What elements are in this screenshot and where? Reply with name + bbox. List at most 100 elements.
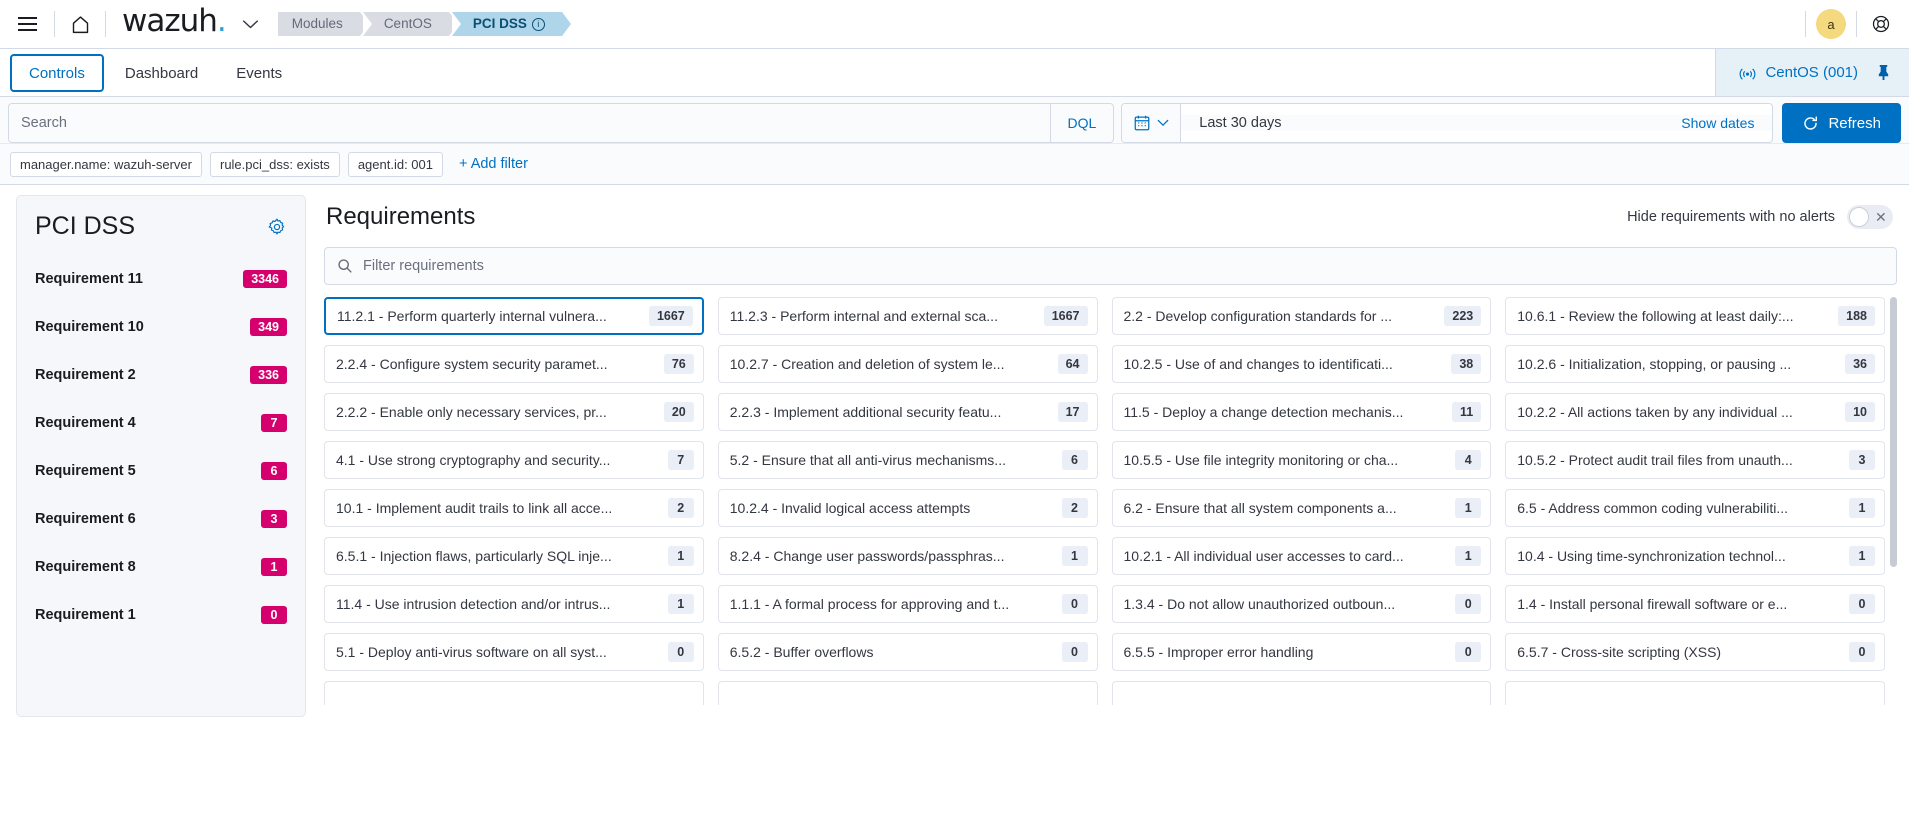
refresh-button[interactable]: Refresh xyxy=(1782,103,1901,143)
requirement-count-badge: 1 xyxy=(261,558,287,576)
add-filter-button[interactable]: + Add filter xyxy=(459,156,528,172)
filter-pill-rule-pci-dss[interactable]: rule.pci_dss: exists xyxy=(209,151,340,177)
requirement-card[interactable]: 1.1.1 - A formal process for approving a… xyxy=(717,585,1098,623)
info-icon[interactable]: i xyxy=(531,18,545,31)
add-filter-label: + Add filter xyxy=(459,156,528,172)
sidebar-item-requirement-2[interactable]: Requirement 2 336 xyxy=(35,351,287,399)
requirement-card[interactable]: 6.5 - Address common coding vulnerabilit… xyxy=(1505,489,1885,527)
requirement-card[interactable]: 6.5.1 - Injection flaws, particularly SQ… xyxy=(324,537,704,575)
home-icon[interactable] xyxy=(65,9,95,39)
requirement-card-count: 76 xyxy=(663,354,694,374)
requirement-card[interactable]: 10.1 - Implement audit trails to link al… xyxy=(324,489,704,527)
requirement-card[interactable]: 10.5.5 - Use file integrity monitoring o… xyxy=(1111,441,1492,479)
wazuh-logo[interactable]: wazuh. xyxy=(116,6,230,42)
calendar-quick-select-button[interactable] xyxy=(1122,104,1182,142)
requirement-card-text: 10.2.1 - All individual user accesses to… xyxy=(1123,548,1404,564)
requirement-card-text: 10.2.4 - Invalid logical access attempts xyxy=(729,500,971,516)
requirement-card[interactable] xyxy=(1111,681,1492,705)
requirement-card-count: 38 xyxy=(1451,354,1482,374)
requirement-card[interactable] xyxy=(717,681,1098,705)
requirement-count-badge: 3 xyxy=(261,510,287,528)
requirement-count-badge: 6 xyxy=(261,462,287,480)
requirement-card[interactable]: 6.5.2 - Buffer overflows 0 xyxy=(717,633,1098,671)
requirement-card-text: 10.2.5 - Use of and changes to identific… xyxy=(1123,356,1393,372)
requirement-card[interactable]: 1.4 - Install personal firewall software… xyxy=(1505,585,1885,623)
brand-text: wazuh xyxy=(122,3,218,39)
requirement-card[interactable]: 10.2.4 - Invalid logical access attempts… xyxy=(717,489,1098,527)
requirement-card[interactable]: 6.2 - Ensure that all system components … xyxy=(1111,489,1492,527)
requirement-card[interactable]: 10.2.1 - All individual user accesses to… xyxy=(1111,537,1492,575)
sidebar-item-requirement-4[interactable]: Requirement 4 7 xyxy=(35,399,287,447)
chevron-down-icon[interactable] xyxy=(242,19,264,30)
requirement-card[interactable]: 10.2.5 - Use of and changes to identific… xyxy=(1111,345,1492,383)
tab-dashboard[interactable]: Dashboard xyxy=(108,54,215,92)
tab-controls[interactable]: Controls xyxy=(10,54,104,92)
requirement-card[interactable]: 2.2.3 - Implement additional security fe… xyxy=(717,393,1098,431)
sidebar-item-requirement-11[interactable]: Requirement 11 3346 xyxy=(35,255,287,303)
sidebar-item-requirement-1[interactable]: Requirement 1 0 xyxy=(35,591,287,639)
hamburger-menu-icon[interactable] xyxy=(10,7,44,41)
requirement-card-text: 11.4 - Use intrusion detection and/or in… xyxy=(336,596,611,612)
requirement-card[interactable] xyxy=(1505,681,1885,705)
tab-events[interactable]: Events xyxy=(219,54,299,92)
signal-icon xyxy=(1738,65,1757,80)
divider xyxy=(105,11,106,37)
requirement-card-text: 2.2.4 - Configure system security parame… xyxy=(336,356,608,372)
requirement-card[interactable]: 11.5 - Deploy a change detection mechani… xyxy=(1111,393,1492,431)
requirement-card[interactable]: 10.2.6 - Initialization, stopping, or pa… xyxy=(1505,345,1885,383)
requirement-card[interactable]: 11.2.3 - Perform internal and external s… xyxy=(717,297,1098,335)
requirement-card[interactable]: 10.5.2 - Protect audit trail files from … xyxy=(1505,441,1885,479)
requirement-card[interactable]: 11.2.1 - Perform quarterly internal vuln… xyxy=(324,297,704,335)
date-range-display[interactable]: Last 30 days xyxy=(1181,115,1664,131)
requirement-card-count: 1 xyxy=(1061,546,1088,566)
requirement-card[interactable]: 5.1 - Deploy anti-virus software on all … xyxy=(324,633,704,671)
breadcrumb-item-centos[interactable]: CentOS xyxy=(362,12,458,36)
requirement-card[interactable]: 2.2.4 - Configure system security parame… xyxy=(324,345,704,383)
show-dates-button[interactable]: Show dates xyxy=(1663,115,1773,131)
requirement-card[interactable]: 8.2.4 - Change user passwords/passphras.… xyxy=(717,537,1098,575)
hide-requirements-toggle[interactable]: ✕ xyxy=(1847,205,1893,229)
filter-pill-agent-id[interactable]: agent.id: 001 xyxy=(347,151,443,177)
requirement-card[interactable]: 1.3.4 - Do not allow unauthorized outbou… xyxy=(1111,585,1492,623)
sidebar-item-requirement-10[interactable]: Requirement 10 349 xyxy=(35,303,287,351)
requirement-card[interactable]: 10.4 - Using time-synchronization techno… xyxy=(1505,537,1885,575)
sidebar-item-requirement-5[interactable]: Requirement 5 6 xyxy=(35,447,287,495)
gear-icon[interactable] xyxy=(267,217,287,237)
avatar[interactable]: a xyxy=(1816,9,1846,39)
requirement-card-text: 10.2.2 - All actions taken by any indivi… xyxy=(1517,404,1793,420)
tab-bar-right: CentOS (001) xyxy=(1715,49,1909,96)
filter-requirements-input[interactable]: Filter requirements xyxy=(324,247,1897,285)
lifebuoy-icon[interactable] xyxy=(1867,10,1895,38)
vertical-scrollbar[interactable] xyxy=(1889,297,1897,705)
divider xyxy=(1856,11,1857,37)
filter-pill-manager-name[interactable]: manager.name: wazuh-server xyxy=(10,151,202,177)
agent-selector[interactable]: CentOS (001) xyxy=(1715,49,1909,96)
requirement-card[interactable]: 5.2 - Ensure that all anti-virus mechani… xyxy=(717,441,1098,479)
requirement-card-text: 4.1 - Use strong cryptography and securi… xyxy=(336,452,611,468)
requirement-card[interactable]: 4.1 - Use strong cryptography and securi… xyxy=(324,441,704,479)
requirement-label: Requirement 8 xyxy=(35,559,136,575)
requirement-card-count: 188 xyxy=(1838,306,1875,326)
requirement-card[interactable]: 11.4 - Use intrusion detection and/or in… xyxy=(324,585,704,623)
scrollbar-thumb[interactable] xyxy=(1890,297,1897,567)
pin-icon[interactable] xyxy=(1876,64,1891,81)
requirement-card[interactable]: 10.2.7 - Creation and deletion of system… xyxy=(717,345,1098,383)
requirement-card[interactable]: 6.5.5 - Improper error handling 0 xyxy=(1111,633,1492,671)
filter-bar: manager.name: wazuh-server rule.pci_dss:… xyxy=(0,144,1909,185)
requirement-card[interactable]: 10.6.1 - Review the following at least d… xyxy=(1505,297,1885,335)
breadcrumb-item-modules[interactable]: Modules xyxy=(277,12,369,36)
breadcrumb-item-pci-dss[interactable]: PCI DSS i xyxy=(451,12,571,36)
requirement-card[interactable]: 6.5.7 - Cross-site scripting (XSS) 0 xyxy=(1505,633,1885,671)
sidebar-item-requirement-6[interactable]: Requirement 6 3 xyxy=(35,495,287,543)
requirement-card[interactable] xyxy=(324,681,704,705)
search-input[interactable]: Search xyxy=(8,103,1050,143)
requirement-count-badge: 3346 xyxy=(243,270,287,288)
dql-language-button[interactable]: DQL xyxy=(1049,103,1115,143)
sidebar-item-requirement-8[interactable]: Requirement 8 1 xyxy=(35,543,287,591)
hide-requirements-control: Hide requirements with no alerts ✕ xyxy=(1627,205,1893,229)
requirement-card[interactable]: 10.2.2 - All actions taken by any indivi… xyxy=(1505,393,1885,431)
requirement-card[interactable]: 2.2.2 - Enable only necessary services, … xyxy=(324,393,704,431)
requirement-count-badge: 349 xyxy=(250,318,287,336)
tab-label: Controls xyxy=(29,64,85,82)
requirement-card[interactable]: 2.2 - Develop configuration standards fo… xyxy=(1111,297,1492,335)
